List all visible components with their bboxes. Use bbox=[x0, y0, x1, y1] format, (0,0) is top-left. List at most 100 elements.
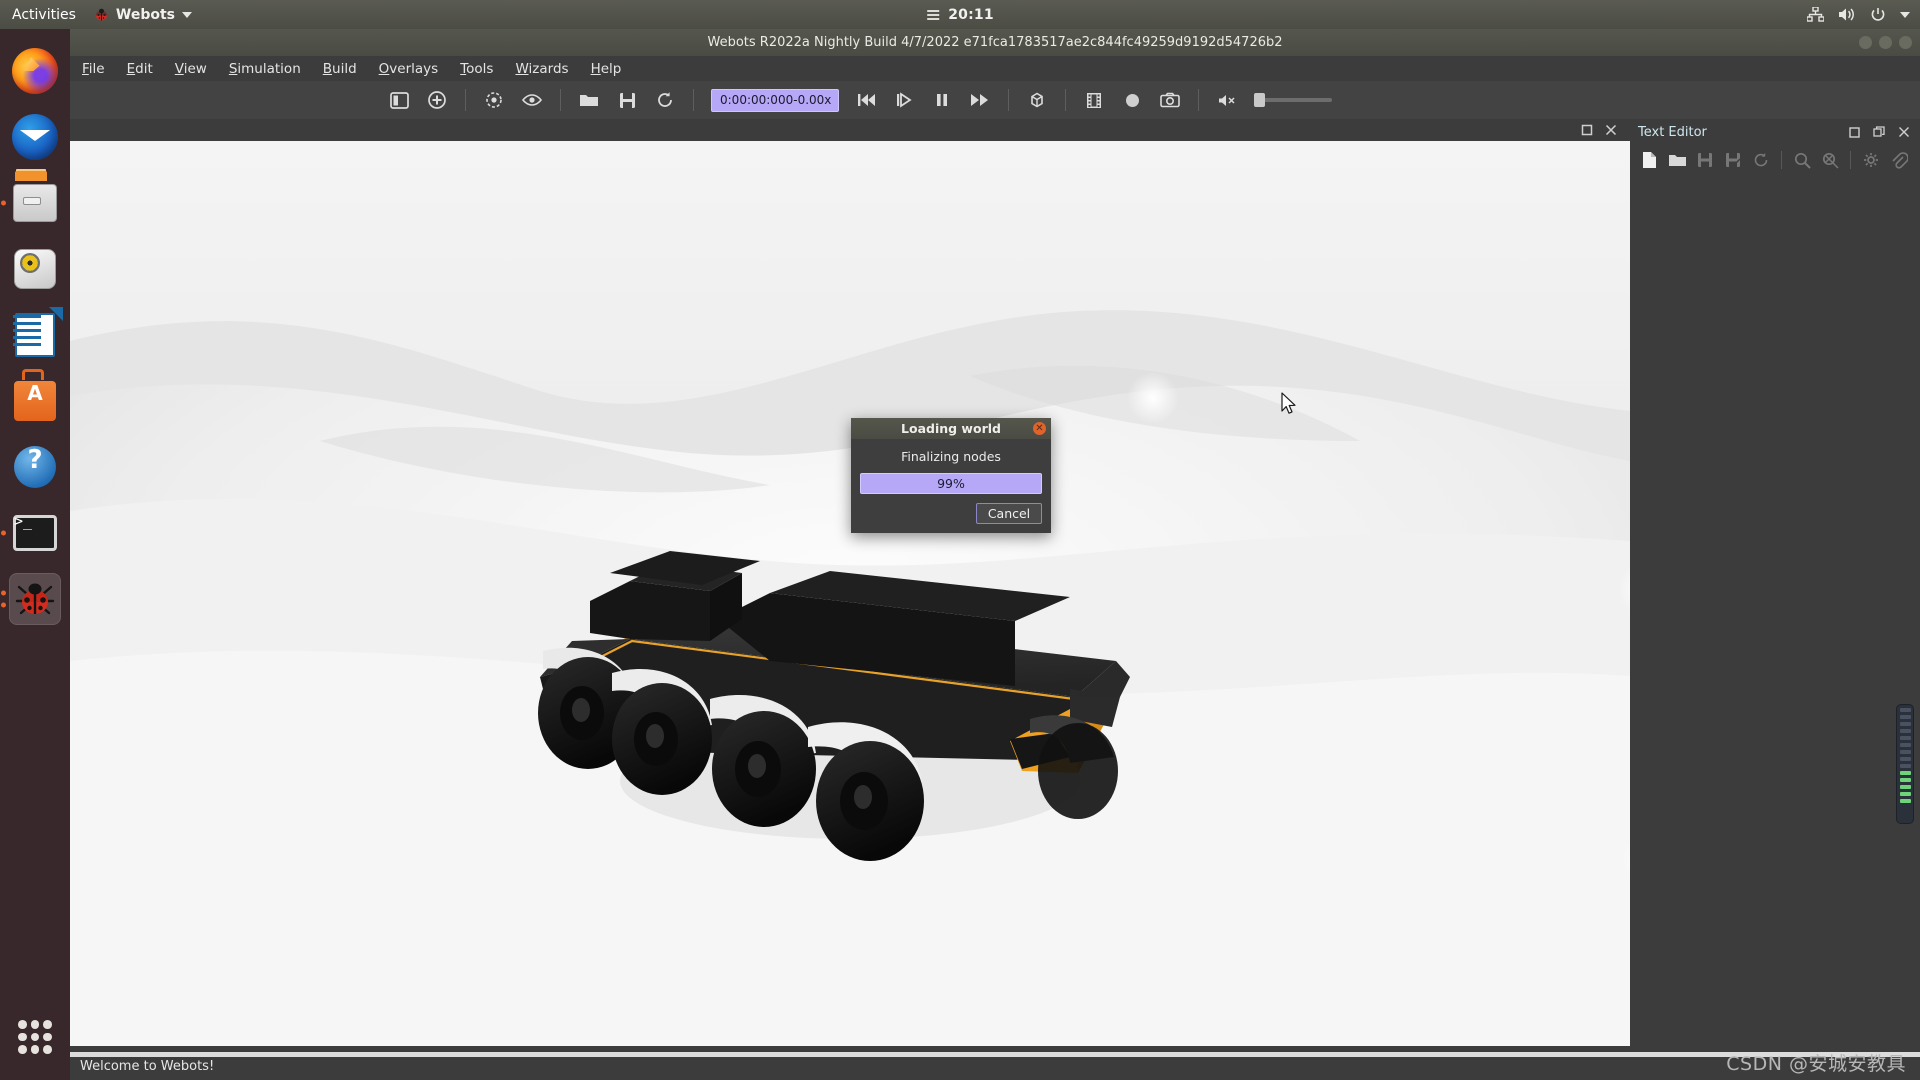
menu-file[interactable]: File bbox=[82, 61, 105, 77]
cancel-button[interactable]: Cancel bbox=[976, 503, 1042, 524]
text-editor-toolbar bbox=[1630, 145, 1920, 175]
add-node-icon[interactable] bbox=[422, 86, 452, 114]
gear-icon[interactable] bbox=[1858, 148, 1884, 172]
dock-item-ubuntu-software[interactable] bbox=[9, 375, 61, 427]
restore-viewpoint-icon[interactable] bbox=[479, 86, 509, 114]
mouse-cursor bbox=[1281, 392, 1297, 420]
close-icon[interactable]: ✕ bbox=[1033, 422, 1046, 435]
dialog-body: Finalizing nodes 99% Cancel bbox=[851, 439, 1051, 533]
text-editor-header: Text Editor bbox=[1630, 119, 1920, 145]
ubuntu-dock bbox=[0, 29, 70, 1080]
toolbar-separator bbox=[693, 89, 694, 111]
close-icon[interactable] bbox=[1896, 124, 1912, 140]
dock-item-webots[interactable] bbox=[1, 573, 61, 625]
text-editor-body[interactable] bbox=[1630, 175, 1920, 1046]
attach-icon[interactable] bbox=[1886, 148, 1912, 172]
save-icon[interactable] bbox=[1692, 148, 1718, 172]
activities-button[interactable]: Activities bbox=[0, 7, 86, 23]
rhythmbox-icon bbox=[14, 249, 56, 289]
simulation-time: 0:00:00:000 bbox=[720, 93, 794, 107]
menu-edit[interactable]: Edit bbox=[127, 61, 153, 77]
save-as-icon[interactable] bbox=[1720, 148, 1746, 172]
running-indicator bbox=[1, 590, 6, 596]
rewind-icon[interactable] bbox=[851, 86, 881, 114]
menu-simulation[interactable]: Simulation bbox=[229, 61, 301, 77]
pause-icon[interactable] bbox=[927, 86, 957, 114]
main-toolbar: 0:00:00:000 - 0.00x bbox=[70, 81, 1920, 119]
system-tray[interactable] bbox=[1807, 7, 1910, 23]
dock-item-rhythmbox[interactable] bbox=[9, 243, 61, 295]
toolbar-separator bbox=[1198, 89, 1199, 111]
dock-item-firefox[interactable] bbox=[9, 45, 61, 97]
menu-build[interactable]: Build bbox=[323, 61, 357, 77]
progress-label: 99% bbox=[937, 476, 965, 491]
segment-active bbox=[1899, 792, 1911, 796]
dock-item-help[interactable] bbox=[9, 441, 61, 493]
menu-view[interactable]: View bbox=[175, 61, 207, 77]
status-segments-widget bbox=[1896, 704, 1914, 824]
find-icon[interactable] bbox=[1789, 148, 1815, 172]
toolbar-separator bbox=[1008, 89, 1009, 111]
segment bbox=[1899, 722, 1911, 726]
menu-overlays[interactable]: Overlays bbox=[379, 61, 439, 77]
show-applications-button[interactable] bbox=[18, 1020, 52, 1054]
new-file-icon[interactable] bbox=[1636, 148, 1662, 172]
camera-icon[interactable] bbox=[1155, 86, 1185, 114]
dialog-message: Finalizing nodes bbox=[901, 449, 1001, 464]
menu-help[interactable]: Help bbox=[591, 61, 622, 77]
find-next-icon[interactable] bbox=[1817, 148, 1843, 172]
watermark: CSDN @安城安教具 bbox=[1726, 1053, 1906, 1075]
webots-ladybug-icon bbox=[13, 579, 57, 619]
segment-active bbox=[1899, 799, 1911, 803]
files-icon bbox=[13, 184, 57, 222]
open-file-icon[interactable] bbox=[1664, 148, 1690, 172]
app-menu-label: Webots bbox=[115, 6, 175, 23]
dock-item-libreoffice-writer[interactable] bbox=[9, 309, 61, 361]
save-icon[interactable] bbox=[612, 86, 642, 114]
film-icon[interactable] bbox=[1079, 86, 1109, 114]
volume-slider-handle[interactable] bbox=[1254, 93, 1265, 107]
dialog-title: Loading world bbox=[901, 421, 1001, 436]
dock-item-terminal[interactable] bbox=[1, 507, 61, 559]
float-icon[interactable] bbox=[1846, 124, 1862, 140]
menu-tools[interactable]: Tools bbox=[460, 61, 493, 77]
3d-scene-view[interactable] bbox=[70, 141, 1630, 1046]
running-indicator bbox=[1, 200, 6, 206]
running-indicator bbox=[1, 602, 6, 608]
toolbar-separator bbox=[560, 89, 561, 111]
dock-item-files[interactable] bbox=[1, 177, 61, 229]
restore-icon[interactable] bbox=[1871, 124, 1887, 140]
cube-3d-icon[interactable] bbox=[1022, 86, 1052, 114]
app-menu-button[interactable]: Webots bbox=[86, 7, 200, 23]
revert-icon[interactable] bbox=[1748, 148, 1774, 172]
volume-slider[interactable] bbox=[1254, 93, 1332, 107]
window-controls[interactable] bbox=[1859, 29, 1912, 56]
webots-window: Webots R2022a Nightly Build 4/7/2022 e71… bbox=[70, 29, 1920, 1080]
maximize-button[interactable] bbox=[1879, 36, 1892, 49]
dialog-actions: Cancel bbox=[860, 503, 1042, 524]
toggle-sidebar-icon[interactable] bbox=[384, 86, 414, 114]
folder-open-icon[interactable] bbox=[574, 86, 604, 114]
reload-icon[interactable] bbox=[650, 86, 680, 114]
segment bbox=[1899, 708, 1911, 712]
running-indicator bbox=[1, 530, 6, 536]
close-button[interactable] bbox=[1899, 36, 1912, 49]
menu-bar: File Edit View Simulation Build Overlays… bbox=[70, 56, 1920, 81]
loading-world-dialog: Loading world ✕ Finalizing nodes 99% Can… bbox=[851, 418, 1051, 533]
fast-forward-icon[interactable] bbox=[965, 86, 995, 114]
step-icon[interactable] bbox=[889, 86, 919, 114]
progress-bar: 99% bbox=[860, 473, 1042, 494]
dock-item-thunderbird[interactable] bbox=[9, 111, 61, 163]
clock-button[interactable]: 20:11 bbox=[926, 7, 994, 23]
mute-icon[interactable] bbox=[1212, 86, 1242, 114]
volume-icon bbox=[1838, 7, 1856, 22]
window-title-bar: Webots R2022a Nightly Build 4/7/2022 e71… bbox=[70, 29, 1920, 56]
eye-icon[interactable] bbox=[517, 86, 547, 114]
menu-wizards[interactable]: Wizards bbox=[515, 61, 568, 77]
segment-active bbox=[1899, 785, 1911, 789]
segment bbox=[1899, 750, 1911, 754]
close-icon[interactable] bbox=[1605, 121, 1617, 140]
record-icon[interactable] bbox=[1117, 86, 1147, 114]
minimize-button[interactable] bbox=[1859, 36, 1872, 49]
float-icon[interactable] bbox=[1581, 121, 1593, 140]
